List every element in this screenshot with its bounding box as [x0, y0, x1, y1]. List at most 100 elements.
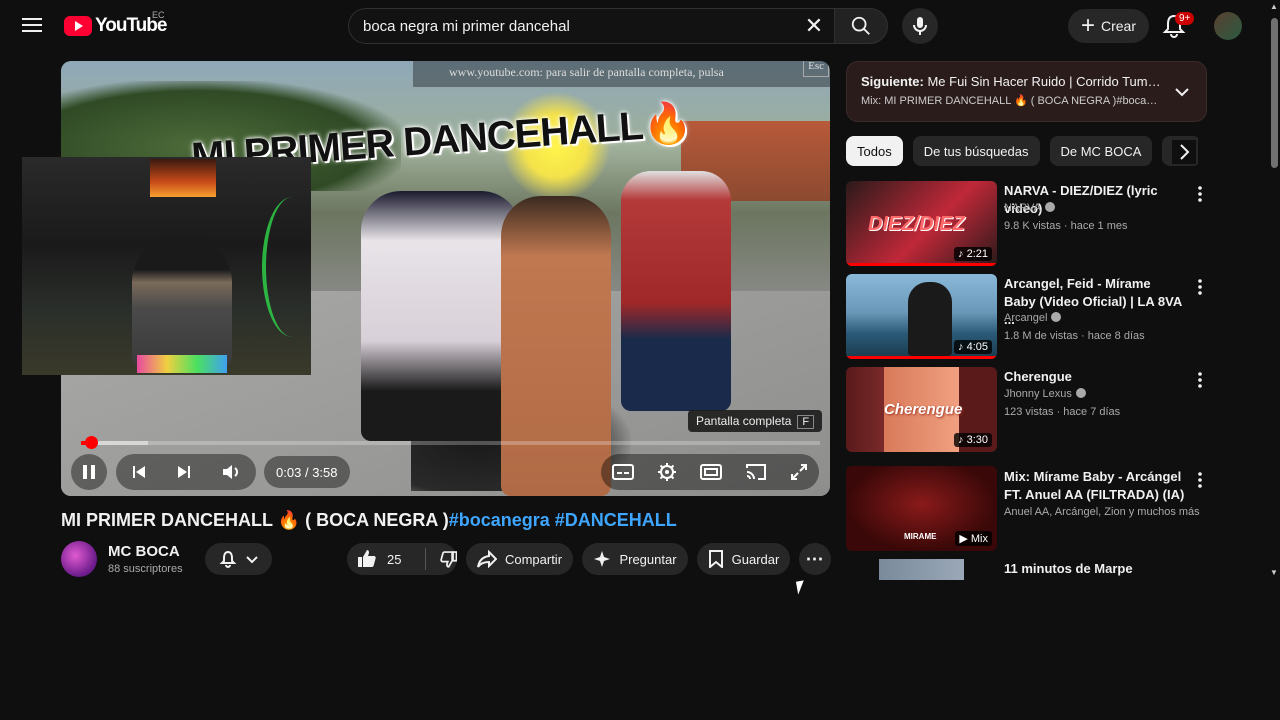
duration-badge: ♪ 2:21 [954, 247, 992, 261]
more-vertical-icon[interactable] [1194, 185, 1206, 203]
video-thumbnail[interactable]: MIRAME ▶ Mix [846, 466, 997, 551]
volume-icon[interactable] [221, 463, 241, 481]
next-icon[interactable] [176, 464, 192, 480]
thumbnail-text: MIRAME [904, 532, 937, 541]
more-vertical-icon[interactable] [1194, 563, 1196, 580]
thumbs-up-icon [358, 550, 376, 567]
recommendation-title: Mix: Mírame Baby - Arcángel FT. Anuel AA… [1004, 469, 1185, 502]
bell-icon [219, 550, 236, 568]
youtube-play-icon [64, 16, 92, 36]
up-next-title: Me Fui Sin Hacer Ruido | Corrido Tumba..… [927, 74, 1161, 89]
more-vertical-icon[interactable] [1194, 278, 1206, 296]
subtitles-icon[interactable] [612, 464, 635, 480]
search-button[interactable] [834, 8, 888, 44]
more-vertical-icon[interactable] [1194, 371, 1206, 389]
share-icon [476, 550, 497, 568]
fullscreen-notice-text: www.youtube.com: para salir de pantalla … [449, 65, 724, 79]
chip-de-mc-boca[interactable]: De MC BOCA [1049, 136, 1153, 166]
clear-search-icon[interactable]: ✕ [794, 13, 834, 39]
fullscreen-key-hint: F [797, 415, 815, 429]
pause-button[interactable] [71, 454, 107, 490]
create-label: Crear [1101, 18, 1137, 34]
more-actions-button[interactable]: ⋯ [799, 543, 831, 575]
up-next-panel[interactable]: Siguiente: Me Fui Sin Hacer Ruido | Corr… [846, 61, 1207, 122]
chevron-down-icon[interactable] [1174, 84, 1190, 100]
ask-label: Preguntar [619, 551, 677, 567]
bookmark-icon [708, 550, 723, 568]
like-dislike-group: 25 [347, 543, 457, 575]
verified-icon [1075, 388, 1086, 398]
country-code: EC [152, 10, 165, 20]
recommendation-item[interactable]: MIRAME ▶ Mix Mix: Mírame Baby - Arcángel… [846, 461, 1202, 551]
youtube-logo[interactable]: YouTube EC [64, 10, 167, 37]
video-title: MI PRIMER DANCEHALL 🔥 ( BOCA NEGRA )#boc… [61, 510, 677, 531]
save-button[interactable]: Guardar [697, 543, 790, 575]
recommendation-channel[interactable]: Arcangel [1004, 312, 1047, 324]
microphone-icon [913, 17, 927, 35]
pause-icon [83, 465, 95, 479]
progress-bar[interactable] [81, 436, 820, 449]
video-thumbnail[interactable]: Cherengue ♪ 3:30 [846, 367, 997, 452]
recommendation-meta: 1.8 M de vistas · hace 8 días [1004, 330, 1145, 342]
more-vertical-icon[interactable] [1194, 471, 1206, 489]
scrollbar-thumb[interactable] [1271, 18, 1278, 168]
filter-chips: Todos De tus búsquedas De MC BOCA Re [846, 136, 1198, 166]
recommendation-channel[interactable]: NARVA [1004, 202, 1041, 214]
recommendation-channel[interactable]: Jhonny Lexus [1004, 388, 1072, 400]
sparkle-icon [594, 551, 611, 567]
thumbs-down-icon[interactable] [439, 549, 457, 569]
more-horizontal-icon: ⋯ [805, 548, 825, 569]
recommendation-item[interactable]: Cherengue ♪ 3:30 Cherengue Jhonny Lexus … [846, 367, 1202, 453]
create-button[interactable]: + Crear [1068, 9, 1149, 43]
subscriber-count: 88 suscriptores [108, 563, 183, 575]
channel-name[interactable]: MC BOCA [108, 543, 180, 560]
duration-text: 4:05 [966, 341, 988, 353]
video-thumbnail[interactable]: ♪ 4:05 [846, 274, 997, 359]
progress-scrubber[interactable] [84, 436, 98, 449]
subscription-bell-button[interactable] [205, 543, 272, 575]
thumbnail-text: DIEZ/DIEZ [868, 213, 965, 235]
share-button[interactable]: Compartir [466, 543, 573, 575]
search-box: ✕ [348, 8, 834, 44]
account-avatar[interactable] [1214, 12, 1242, 40]
theater-mode-icon[interactable] [699, 464, 722, 480]
channel-avatar[interactable] [61, 541, 97, 577]
like-count: 25 [387, 551, 402, 567]
chip-todos[interactable]: Todos [846, 136, 903, 166]
chevron-right-icon[interactable] [1172, 140, 1196, 164]
exit-fullscreen-icon[interactable] [790, 463, 808, 481]
time-display: 0:03 / 3:58 [264, 456, 350, 488]
fullscreen-tooltip: Pantalla completa F [688, 410, 823, 432]
scroll-up-icon[interactable]: ▲ [1270, 2, 1278, 11]
ask-button[interactable]: Preguntar [582, 543, 688, 575]
verified-icon [1051, 312, 1062, 322]
video-thumbnail[interactable]: DIEZ/DIEZ ♪ 2:21 [846, 181, 997, 266]
recommendation-item[interactable]: 11 minutos de Marpe [846, 559, 1196, 580]
scroll-down-icon[interactable]: ▼ [1270, 568, 1278, 577]
keyboard-image [137, 355, 227, 373]
recommendation-item[interactable]: DIEZ/DIEZ ♪ 2:21 NARVA - DIEZ/DIEZ (lyri… [846, 181, 1202, 267]
watched-bar [846, 356, 997, 359]
recommendation-item[interactable]: ♪ 4:05 Arcangel, Feid - Mírame Baby (Vid… [846, 274, 1202, 360]
thumbnail-person [908, 282, 952, 356]
search-icon [851, 16, 870, 35]
up-next-mix: Mix: MI PRIMER DANCEHALL 🔥 ( BOCA NEGRA … [861, 95, 1161, 107]
menu-button[interactable] [20, 14, 44, 38]
recommendation-channel: Anuel AA, Arcángel, Zion y muchos más [1004, 506, 1200, 518]
fullscreen-tooltip-text: Pantalla completa [696, 414, 792, 428]
cast-icon[interactable] [745, 463, 767, 481]
duration-badge: ▶ Mix [955, 531, 992, 546]
video-frame-person [621, 171, 731, 411]
video-frame-person [361, 191, 521, 441]
voice-search-button[interactable] [902, 8, 938, 44]
previous-icon[interactable] [131, 464, 147, 480]
recommendation-meta: 123 vistas · hace 7 días [1004, 406, 1121, 418]
video-thumbnail[interactable] [846, 559, 997, 580]
settings-gear-icon[interactable] [657, 462, 677, 482]
video-hashtags[interactable]: #bocanegra #DANCEHALL [449, 510, 677, 530]
like-button[interactable]: 25 [357, 549, 411, 569]
esc-key-hint: Esc [803, 61, 829, 77]
video-title-text: MI PRIMER DANCEHALL 🔥 ( BOCA NEGRA ) [61, 510, 449, 530]
chip-de-tus-busquedas[interactable]: De tus búsquedas [912, 136, 1040, 166]
search-input[interactable] [363, 17, 794, 35]
